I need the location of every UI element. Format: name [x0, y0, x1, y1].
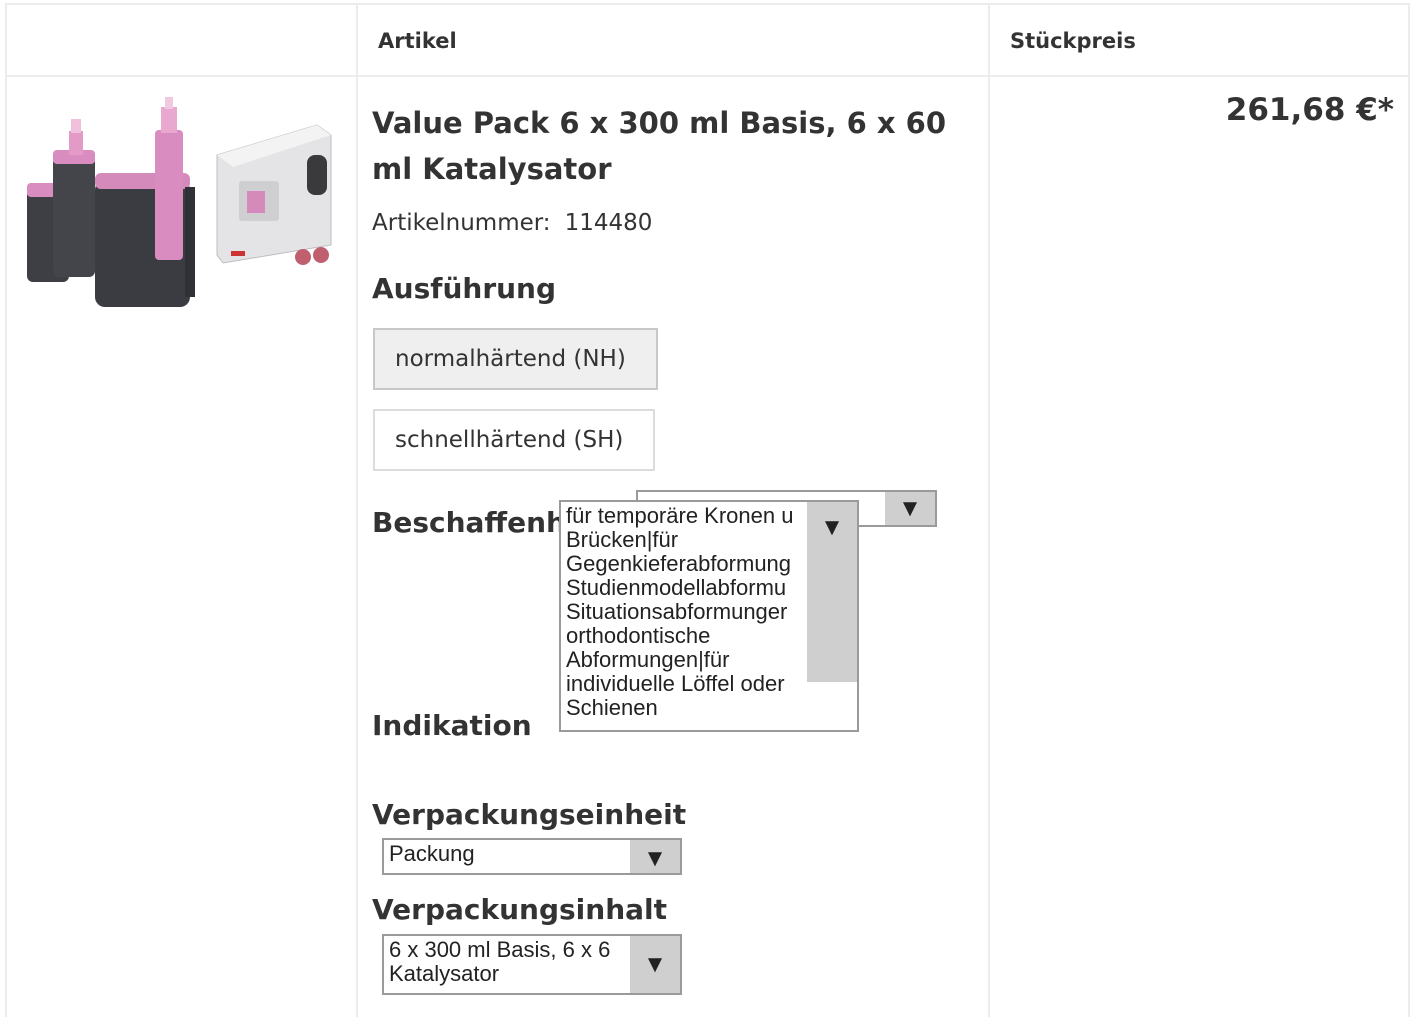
verpackungseinheit-label: Verpackungseinheit	[372, 798, 687, 831]
chevron-down-icon: ▼	[807, 502, 857, 682]
column-divider-right	[1408, 3, 1410, 1017]
verpackungsinhalt-select[interactable]: 6 x 300 ml Basis, 6 x 6 Katalysator ▼	[382, 934, 682, 995]
indikation-label: Indikation	[372, 709, 532, 742]
option-normalhaertend[interactable]: normalhärtend (NH)	[373, 328, 658, 390]
column-header-unit-price: Stückpreis	[1010, 29, 1136, 53]
chevron-down-icon: ▼	[630, 840, 680, 873]
article-number-value: 114480	[564, 210, 653, 236]
column-divider-price	[988, 3, 990, 1017]
option-schnellhaertend[interactable]: schnellhärtend (SH)	[373, 409, 655, 471]
column-divider-left	[5, 3, 7, 1017]
product-title[interactable]: Value Pack 6 x 300 ml Basis, 6 x 60 ml K…	[372, 100, 962, 192]
column-header-article: Artikel	[378, 29, 457, 53]
article-number-row: Artikelnummer: 114480	[372, 210, 652, 236]
column-divider-article	[356, 3, 358, 1017]
verpackungseinheit-selected-value: Packung	[389, 841, 475, 866]
table-top-border	[5, 3, 1410, 5]
unit-price: 261,68 €*	[1225, 92, 1394, 128]
verpackungsinhalt-selected-value: 6 x 300 ml Basis, 6 x 6 Katalysator	[389, 938, 611, 986]
header-divider	[5, 75, 1410, 77]
verpackungsinhalt-label: Verpackungsinhalt	[372, 893, 668, 926]
indikation-selected-value: für temporäre Kronen u Brücken|für Gegen…	[566, 504, 794, 720]
chevron-down-icon: ▼	[630, 936, 680, 993]
ausfuehrung-label: Ausführung	[372, 272, 557, 305]
chevron-down-icon: ▼	[885, 492, 935, 525]
product-photo-icon[interactable]	[25, 95, 335, 307]
article-number-label: Artikelnummer:	[372, 210, 551, 236]
indikation-select[interactable]: für temporäre Kronen u Brücken|für Gegen…	[559, 500, 859, 732]
verpackungseinheit-select[interactable]: Packung ▼	[382, 838, 682, 875]
